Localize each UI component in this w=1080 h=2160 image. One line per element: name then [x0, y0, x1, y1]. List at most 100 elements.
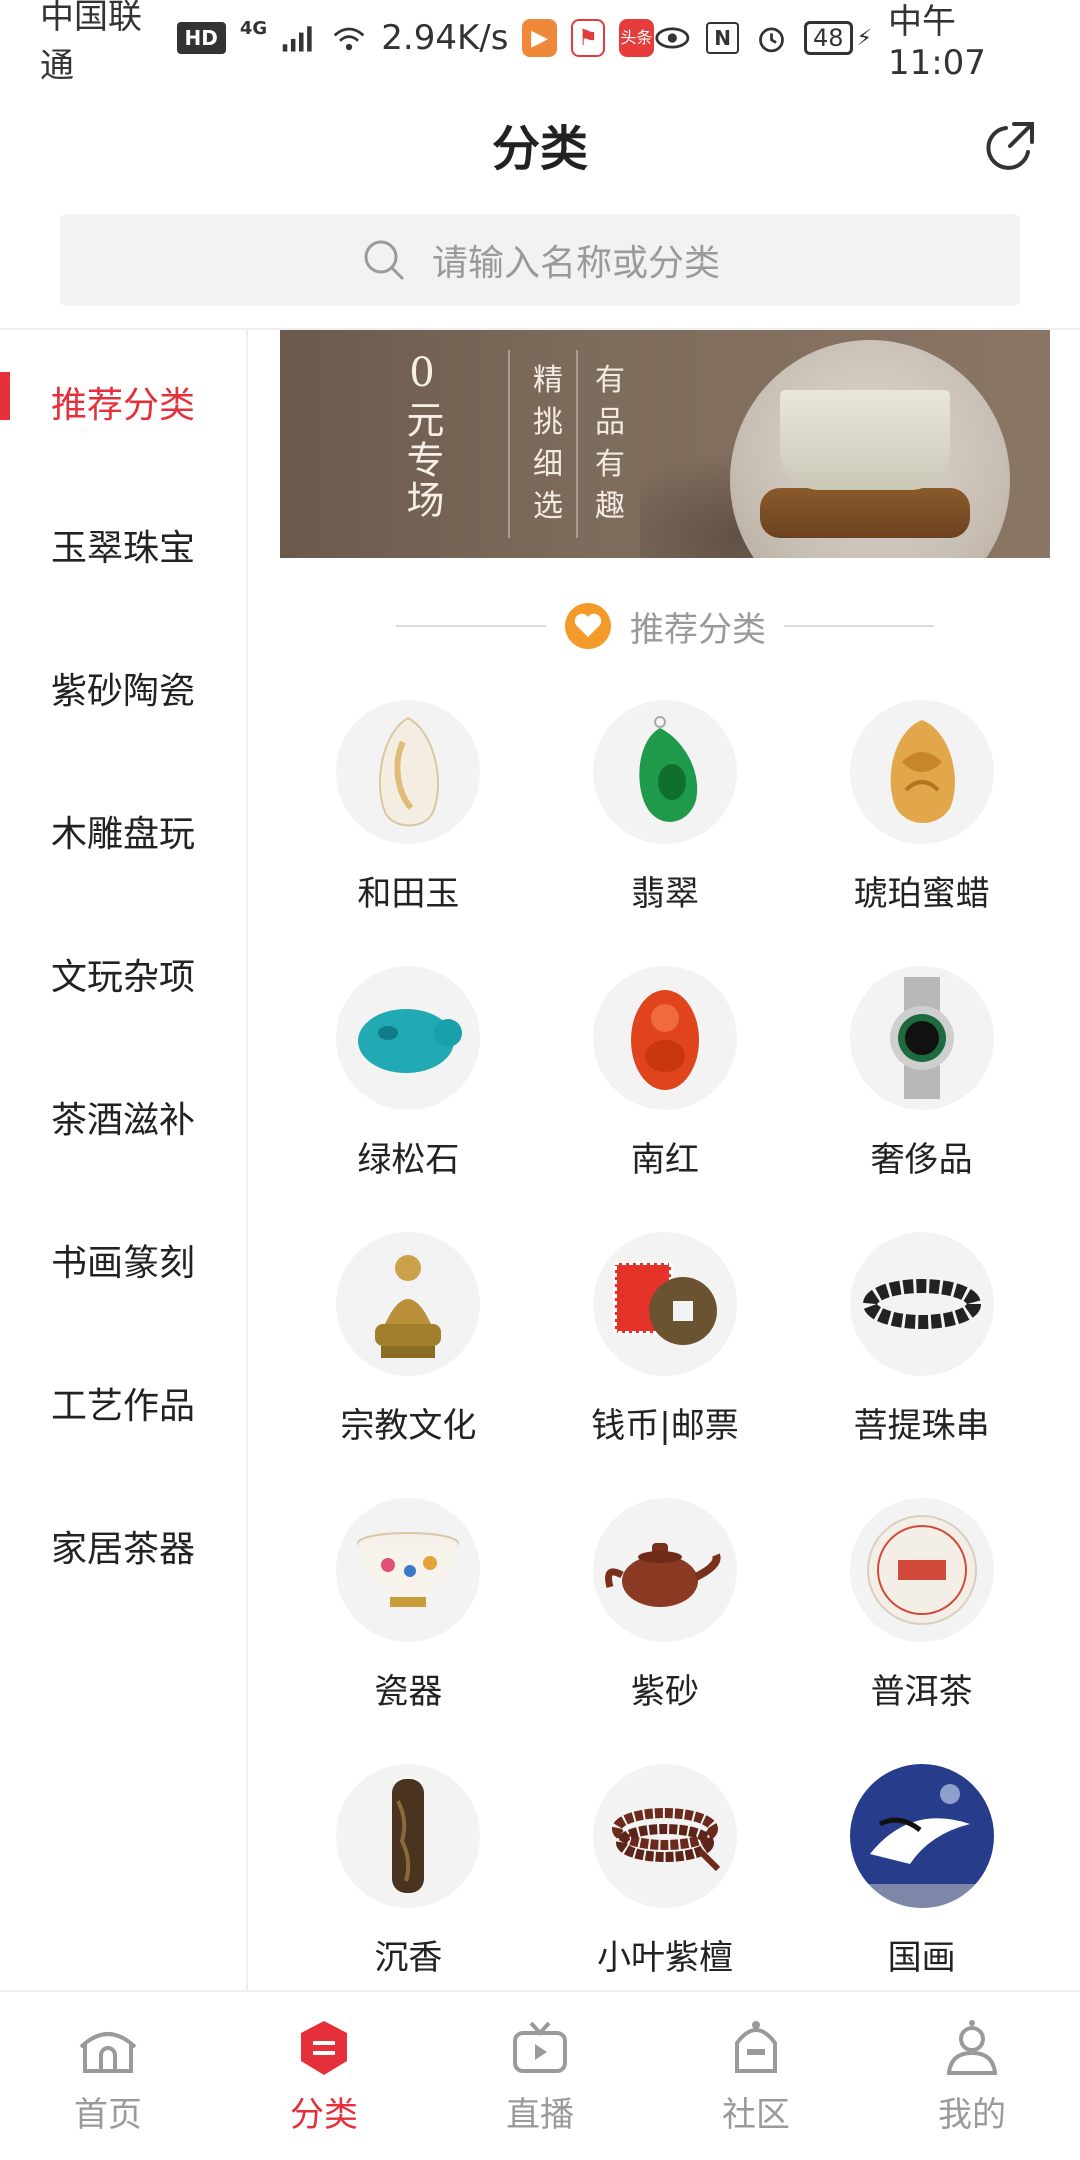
category-name: 宗教文化: [340, 1406, 477, 1446]
sidebar-item-label: 玉翠珠宝: [50, 527, 195, 569]
category-item[interactable]: 瓷器: [280, 1498, 537, 1720]
sidebar-item-label: 木雕盘玩: [50, 813, 195, 855]
section-line-left: [396, 625, 546, 627]
network-label: 4G: [239, 17, 268, 39]
turquoise-icon: [336, 966, 481, 1110]
category-item[interactable]: 南红: [537, 966, 794, 1188]
tab-community[interactable]: 社区: [648, 1992, 864, 2160]
south-red-agate-icon: [592, 966, 737, 1110]
tab-home[interactable]: 首页: [0, 1992, 216, 2160]
bottom-tab-bar: 首页 分类 直播 社区 我的: [0, 1990, 1080, 2160]
community-icon: [735, 2020, 777, 2073]
category-item[interactable]: 国画: [793, 1764, 1050, 1986]
section-title: 推荐分类: [630, 609, 766, 650]
category-name: 小叶紫檀: [596, 1938, 733, 1978]
category-item[interactable]: 绿松石: [280, 966, 537, 1188]
battery-indicator: 48 ⚡: [803, 21, 872, 55]
banner-divider: [508, 350, 510, 538]
category-name: 南红: [630, 1140, 699, 1180]
category-name: 绿松石: [357, 1140, 460, 1180]
eye-icon: [654, 27, 689, 49]
sidebar-item-label: 茶酒滋补: [50, 1099, 195, 1141]
sidebar-item-crafts[interactable]: 工艺作品: [0, 1331, 246, 1474]
banner-slogan-2: 有品有趣: [595, 363, 625, 524]
alarm-icon: [759, 27, 784, 53]
banner-slogan-1: 精挑细选: [533, 363, 563, 524]
profile-icon: [946, 2019, 998, 2075]
sidebar-item-label: 紫砂陶瓷: [50, 670, 195, 712]
tab-live[interactable]: 直播: [432, 1992, 648, 2160]
sidebar-item-label: 书画篆刻: [50, 1242, 195, 1284]
share-icon[interactable]: [984, 118, 1038, 172]
network-speed: 2.94K/s: [381, 18, 509, 58]
tab-label: 直播: [506, 2094, 574, 2135]
amber-icon: [849, 700, 994, 844]
section-line-right: [784, 625, 934, 627]
sidebar-item-label: 文玩杂项: [50, 956, 195, 998]
porcelain-bowl-icon: [336, 1498, 481, 1642]
banner-zero: 0 元专场: [398, 350, 446, 520]
category-item[interactable]: 普洱茶: [793, 1498, 1050, 1720]
sidebar-item-zisha-ceramics[interactable]: 紫砂陶瓷: [0, 616, 246, 759]
page-title: 分类: [491, 121, 588, 177]
category-item[interactable]: 和田玉: [280, 700, 537, 922]
tab-label: 我的: [938, 2094, 1006, 2135]
category-item[interactable]: 小叶紫檀: [537, 1764, 794, 1986]
category-content: 0 元专场 精挑细选 有品有趣 推荐分类 和田玉 翡翠 琥珀蜜蜡 绿松石 南红 …: [250, 330, 1080, 1990]
category-item[interactable]: 紫砂: [537, 1498, 794, 1720]
category-name: 沉香: [374, 1938, 443, 1978]
sidebar-item-wood-carving[interactable]: 木雕盘玩: [0, 759, 246, 902]
chinese-painting-icon: [849, 1764, 994, 1908]
sidebar-item-jade-jewelry[interactable]: 玉翠珠宝: [0, 473, 246, 616]
sandalwood-beads-icon: [592, 1764, 737, 1908]
agarwood-icon: [336, 1764, 481, 1908]
active-indicator: [0, 372, 10, 420]
search-input[interactable]: 请输入名称或分类: [60, 214, 1020, 306]
category-item[interactable]: 翡翠: [537, 700, 794, 922]
category-grid: 和田玉 翡翠 琥珀蜜蜡 绿松石 南红 奢侈品 宗教文化 钱币|邮票 菩提珠串 瓷…: [280, 700, 1050, 1986]
tab-label: 分类: [290, 2094, 358, 2135]
banner-zero-text: 0: [409, 350, 435, 396]
sidebar-item-calligraphy[interactable]: 书画篆刻: [0, 1188, 246, 1331]
tab-label: 首页: [74, 2094, 142, 2135]
category-name: 钱币|邮票: [591, 1406, 739, 1446]
promo-banner[interactable]: 0 元专场 精挑细选 有品有趣: [280, 330, 1050, 558]
tab-profile[interactable]: 我的: [864, 1992, 1080, 2160]
category-item[interactable]: 沉香: [280, 1764, 537, 1986]
category-sidebar: 推荐分类 玉翠珠宝 紫砂陶瓷 木雕盘玩 文玩杂项 茶酒滋补 书画篆刻 工艺作品 …: [0, 330, 248, 1990]
search-placeholder: 请输入名称或分类: [431, 243, 720, 284]
buddha-statue-icon: [336, 1232, 481, 1376]
nfc-icon: N: [706, 22, 739, 54]
page-header: 分类: [0, 76, 1080, 212]
sidebar-item-label: 推荐分类: [50, 384, 195, 426]
bead-bracelet-icon: [849, 1232, 994, 1376]
banner-celadon-pot: [780, 390, 950, 490]
hd-badge: HD: [176, 22, 226, 54]
category-name: 奢侈品: [870, 1140, 973, 1180]
category-item[interactable]: 钱币|邮票: [537, 1232, 794, 1454]
heart-icon: [565, 603, 611, 649]
tab-label: 社区: [722, 2094, 790, 2135]
sidebar-item-label: 家居茶器: [50, 1528, 195, 1570]
signal-icon: [283, 26, 312, 52]
news-app-icon: 头条: [619, 19, 654, 57]
status-bar: 中国联通 HD 4G 2.94K/s ▶ ⚑ 头条 N 48 ⚡ 中午11:07: [0, 0, 1080, 86]
coin-stamp-icon: [592, 1232, 737, 1376]
category-name: 琥珀蜜蜡: [853, 874, 990, 914]
category-item[interactable]: 宗教文化: [280, 1232, 537, 1454]
category-item[interactable]: 琥珀蜜蜡: [793, 700, 1050, 922]
category-item[interactable]: 奢侈品: [793, 966, 1050, 1188]
sidebar-item-home-tea[interactable]: 家居茶器: [0, 1474, 246, 1617]
jade-pebble-icon: [336, 700, 481, 844]
carrier-label: 中国联通: [40, 0, 142, 86]
sidebar-item-recommended[interactable]: 推荐分类: [0, 330, 246, 473]
sidebar-item-tea-wine[interactable]: 茶酒滋补: [0, 1045, 246, 1188]
category-name: 和田玉: [357, 874, 460, 914]
category-name: 普洱茶: [870, 1672, 973, 1712]
tab-category[interactable]: 分类: [216, 1992, 432, 2160]
category-name: 翡翠: [630, 874, 699, 914]
jadeite-pendant-icon: [592, 700, 737, 844]
sidebar-item-collectibles[interactable]: 文玩杂项: [0, 902, 246, 1045]
puer-cake-icon: [849, 1498, 994, 1642]
category-item[interactable]: 菩提珠串: [793, 1232, 1050, 1454]
